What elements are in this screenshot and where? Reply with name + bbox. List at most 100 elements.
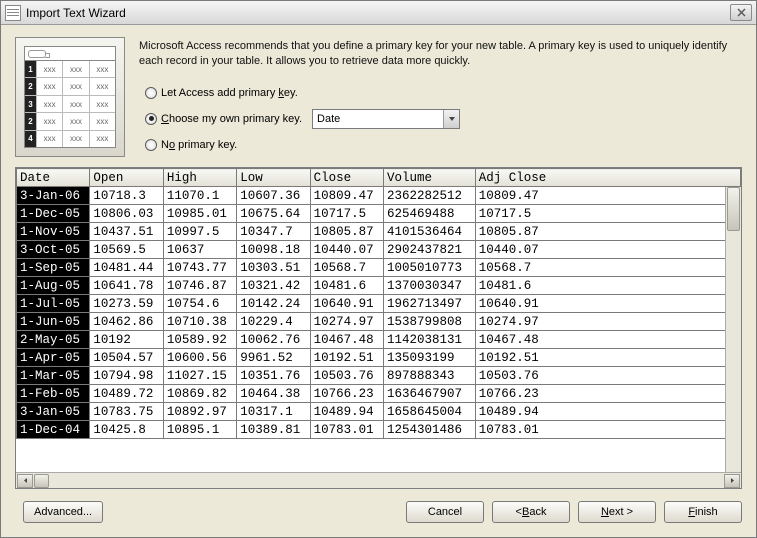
radio-no-key[interactable] <box>145 139 157 151</box>
table-row[interactable]: 3-Jan-0610718.311070.110607.3610809.4723… <box>17 187 741 205</box>
table-row[interactable]: 1-Dec-0410425.810895.110389.8110783.0112… <box>17 421 741 439</box>
grid-body[interactable]: DateOpenHighLowCloseVolumeAdj Close 3-Ja… <box>16 168 741 472</box>
data-cell: 10274.97 <box>475 313 740 331</box>
table-row[interactable]: 1-Dec-0510806.0310985.0110675.6410717.56… <box>17 205 741 223</box>
data-cell: 10273.59 <box>90 295 163 313</box>
table-row[interactable]: 3-Oct-0510569.51063710098.1810440.072902… <box>17 241 741 259</box>
table-row[interactable]: 1-Apr-0510504.5710600.569961.5210192.511… <box>17 349 741 367</box>
data-cell: 10437.51 <box>90 223 163 241</box>
data-cell: 11027.15 <box>163 367 236 385</box>
column-header[interactable]: Low <box>237 169 310 187</box>
back-button[interactable]: < Back <box>492 501 570 523</box>
wizard-window: Import Text Wizard 1xxxxxxxxx 2xxxxxxxxx… <box>0 0 757 538</box>
key-icon <box>28 50 46 58</box>
table-row[interactable]: 1-Mar-0510794.9811027.1510351.7610503.76… <box>17 367 741 385</box>
key-cell: 1-Mar-05 <box>17 367 90 385</box>
primary-key-combo-value: Date <box>313 113 443 125</box>
data-cell: 10062.76 <box>237 331 310 349</box>
key-cell: 3-Oct-05 <box>17 241 90 259</box>
data-cell: 10389.81 <box>237 421 310 439</box>
data-cell: 10809.47 <box>310 187 383 205</box>
data-cell: 4101536464 <box>384 223 476 241</box>
data-cell: 625469488 <box>384 205 476 223</box>
data-cell: 10098.18 <box>237 241 310 259</box>
vscroll-thumb[interactable] <box>727 187 740 231</box>
key-cell: 1-Sep-05 <box>17 259 90 277</box>
advanced-button[interactable]: Advanced... <box>23 501 103 523</box>
data-cell: 1254301486 <box>384 421 476 439</box>
primary-key-combo[interactable]: Date <box>312 109 460 129</box>
data-cell: 1658645004 <box>384 403 476 421</box>
data-cell: 10640.91 <box>310 295 383 313</box>
data-cell: 10754.6 <box>163 295 236 313</box>
data-cell: 10997.5 <box>163 223 236 241</box>
data-cell: 10467.48 <box>475 331 740 349</box>
table-row[interactable]: 1-Jul-0510273.5910754.610142.2410640.911… <box>17 295 741 313</box>
key-cell: 2-May-05 <box>17 331 90 349</box>
key-cell: 3-Jan-06 <box>17 187 90 205</box>
data-cell: 10805.87 <box>475 223 740 241</box>
finish-button[interactable]: Finish <box>664 501 742 523</box>
data-cell: 10142.24 <box>237 295 310 313</box>
column-header[interactable]: Volume <box>384 169 476 187</box>
table-row[interactable]: 1-Aug-0510641.7810746.8710321.4210481.61… <box>17 277 741 295</box>
column-header[interactable]: High <box>163 169 236 187</box>
data-cell: 10489.94 <box>310 403 383 421</box>
hscroll-thumb[interactable] <box>34 474 49 488</box>
data-cell: 10794.98 <box>90 367 163 385</box>
key-cell: 1-Jul-05 <box>17 295 90 313</box>
chevron-down-icon <box>443 110 459 128</box>
vertical-scrollbar[interactable] <box>725 187 741 472</box>
table-row[interactable]: 3-Jan-0510783.7510892.9710317.110489.941… <box>17 403 741 421</box>
table-row[interactable]: 1-Feb-0510489.7210869.8210464.3810766.23… <box>17 385 741 403</box>
button-bar: Advanced... Cancel < Back Next > Finish <box>15 489 742 527</box>
table-row[interactable]: 2-May-051019210589.9210062.7610467.48114… <box>17 331 741 349</box>
column-header[interactable]: Close <box>310 169 383 187</box>
data-cell: 10303.51 <box>237 259 310 277</box>
data-cell: 1538799808 <box>384 313 476 331</box>
data-cell: 10347.7 <box>237 223 310 241</box>
data-cell: 10568.7 <box>475 259 740 277</box>
radio-choose-own[interactable] <box>145 113 157 125</box>
data-cell: 10489.94 <box>475 403 740 421</box>
column-header[interactable]: Date <box>17 169 90 187</box>
data-cell: 10806.03 <box>90 205 163 223</box>
data-cell: 10675.64 <box>237 205 310 223</box>
data-cell: 1962713497 <box>384 295 476 313</box>
hscroll-track[interactable] <box>34 474 723 488</box>
data-cell: 10895.1 <box>163 421 236 439</box>
data-cell: 10489.72 <box>90 385 163 403</box>
data-cell: 135093199 <box>384 349 476 367</box>
radio-let-access[interactable] <box>145 87 157 99</box>
data-cell: 10440.07 <box>310 241 383 259</box>
data-cell: 10809.47 <box>475 187 740 205</box>
next-button[interactable]: Next > <box>578 501 656 523</box>
window-title: Import Text Wizard <box>26 6 730 20</box>
data-cell: 10425.8 <box>90 421 163 439</box>
right-column: Microsoft Access recommends that you def… <box>139 37 742 155</box>
preview-grid: DateOpenHighLowCloseVolumeAdj Close 3-Ja… <box>15 167 742 489</box>
close-button[interactable] <box>730 4 752 21</box>
column-header[interactable]: Open <box>90 169 163 187</box>
data-cell: 2902437821 <box>384 241 476 259</box>
key-cell: 1-Dec-05 <box>17 205 90 223</box>
data-cell: 10718.3 <box>90 187 163 205</box>
hscroll-left-button[interactable] <box>17 474 33 488</box>
column-header[interactable]: Adj Close <box>475 169 740 187</box>
data-cell: 10640.91 <box>475 295 740 313</box>
key-cell: 1-Apr-05 <box>17 349 90 367</box>
table-row[interactable]: 1-Nov-0510437.5110997.510347.710805.8741… <box>17 223 741 241</box>
illustration-panel: 1xxxxxxxxx 2xxxxxxxxx 3xxxxxxxxx 2xxxxxx… <box>15 37 125 157</box>
data-cell: 897888343 <box>384 367 476 385</box>
table-row[interactable]: 1-Sep-0510481.4410743.7710303.5110568.71… <box>17 259 741 277</box>
data-cell: 10892.97 <box>163 403 236 421</box>
table-row[interactable]: 1-Jun-0510462.8610710.3810229.410274.971… <box>17 313 741 331</box>
data-cell: 1142038131 <box>384 331 476 349</box>
cancel-button[interactable]: Cancel <box>406 501 484 523</box>
wizard-body: 1xxxxxxxxx 2xxxxxxxxx 3xxxxxxxxx 2xxxxxx… <box>1 25 756 537</box>
radio-choose-own-label: Choose my own primary key. <box>161 113 302 125</box>
horizontal-scrollbar[interactable] <box>16 472 741 488</box>
data-cell: 10717.5 <box>310 205 383 223</box>
radio-let-access-label: Let Access add primary key. <box>161 87 298 99</box>
hscroll-right-button[interactable] <box>724 474 740 488</box>
